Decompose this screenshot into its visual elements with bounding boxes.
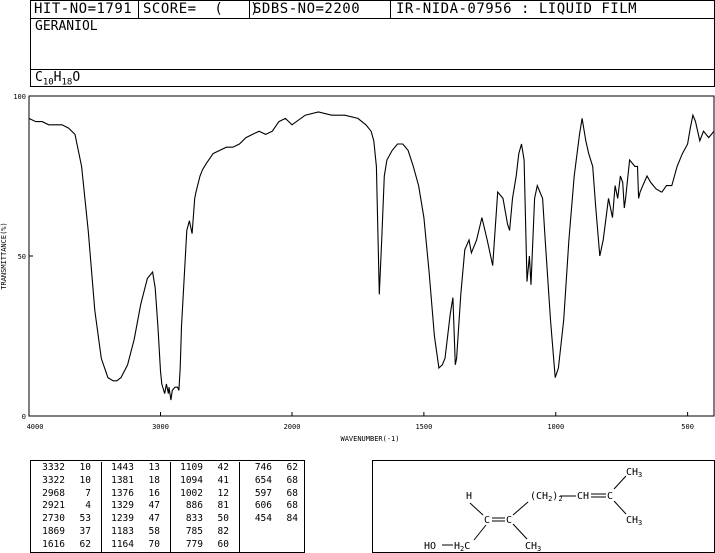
peak-wavenumber: 1869 <box>42 525 65 537</box>
peak-transmittance: 60 <box>205 538 240 552</box>
peak-wavenumber: 1002 <box>180 487 203 499</box>
peak-transmittance <box>274 539 300 552</box>
x-tick-label: 2000 <box>284 423 301 431</box>
peak-transmittance: 37 <box>67 525 102 539</box>
peak-row: 2921 4 1329 47 886 81 606 68 <box>33 500 300 514</box>
structure-ch: CH <box>577 491 589 502</box>
peak-transmittance: 70 <box>136 538 171 552</box>
peak-transmittance: 53 <box>67 513 102 526</box>
peak-wavenumber: 597 <box>254 487 272 499</box>
y-axis-label: TRANSMITTANCE(%) <box>0 222 8 289</box>
peak-transmittance: 62 <box>286 462 298 473</box>
peak-wavenumber: 1443 <box>111 462 134 473</box>
peak-transmittance <box>274 526 300 539</box>
peak-transmittance: 68 <box>286 487 298 499</box>
plot-frame <box>28 95 715 417</box>
structure-bonds <box>442 475 627 546</box>
structure-ch3-bot: CH3 <box>626 515 642 527</box>
peak-transmittance: 81 <box>205 500 240 514</box>
peak-wavenumber: 1183 <box>111 525 134 537</box>
y-tick-label: 50 <box>18 253 26 261</box>
peak-wavenumber: 886 <box>185 500 203 512</box>
peak-wavenumber: 779 <box>185 538 203 550</box>
structure-chain: (CH2)2 <box>530 491 563 503</box>
structure-ch3-low: CH3 <box>525 541 541 553</box>
ir-spectrum-chart: 4000 3000 2000 1500 1000 500 0 50 100 WAVENUMBER… <box>0 93 715 443</box>
peak-table: 3332 10 1443 13 1109 42 746 62 3322 10 1381 18 1094 4… <box>33 462 300 552</box>
peak-wavenumber: 1164 <box>111 538 134 550</box>
peak-transmittance: 41 <box>205 474 240 488</box>
peak-transmittance: 58 <box>136 525 171 539</box>
peak-transmittance: 47 <box>136 500 171 514</box>
y-tick-label: 100 <box>13 93 26 101</box>
peak-transmittance: 62 <box>67 538 102 552</box>
structure-c-end: C <box>607 491 613 502</box>
peak-transmittance: 12 <box>205 487 240 501</box>
peak-wavenumber: 606 <box>254 500 272 512</box>
peak-wavenumber: 1094 <box>180 474 203 486</box>
peak-transmittance: 50 <box>205 513 240 526</box>
peak-wavenumber <box>240 539 275 552</box>
peak-wavenumber: 454 <box>254 513 272 525</box>
structure-ho: HO <box>424 541 436 552</box>
spectrum-line <box>28 111 715 401</box>
peak-wavenumber: 3332 <box>42 462 65 473</box>
peak-transmittance: 4 <box>67 500 102 514</box>
x-axis-label: WAVENUMBER(-1) <box>340 435 399 443</box>
peak-wavenumber: 1381 <box>111 474 134 486</box>
peak-wavenumber: 746 <box>254 462 272 473</box>
peak-transmittance: 18 <box>136 474 171 488</box>
peak-wavenumber <box>240 526 275 539</box>
peak-row: 1869 37 1183 58 785 82 <box>33 525 300 539</box>
x-tick-label: 4000 <box>27 423 44 431</box>
peak-transmittance: 68 <box>286 500 298 512</box>
peak-wavenumber: 1376 <box>111 487 134 499</box>
y-tick-label: 0 <box>22 413 26 421</box>
x-tick-label: 1500 <box>415 423 432 431</box>
peak-transmittance: 82 <box>205 525 240 539</box>
peak-wavenumber: 833 <box>185 513 203 525</box>
peak-transmittance: 16 <box>136 487 171 501</box>
peak-row: 3322 10 1381 18 1094 41 654 68 <box>33 474 300 488</box>
x-tick-label: 1000 <box>547 423 564 431</box>
peak-transmittance: 7 <box>67 487 102 501</box>
peak-transmittance: 84 <box>286 513 298 525</box>
structure-h2c: H2C <box>454 541 470 553</box>
peak-row: 2730 53 1239 47 833 50 454 84 <box>33 513 300 526</box>
peak-row: 1616 62 1164 70 779 60 <box>33 538 300 552</box>
peak-row: 3332 10 1443 13 1109 42 746 62 <box>33 462 300 475</box>
peak-transmittance: 10 <box>67 462 102 475</box>
peak-wavenumber: 1616 <box>42 538 65 550</box>
peak-transmittance: 47 <box>136 513 171 526</box>
structure-c2: C <box>506 515 512 526</box>
structure-h: H <box>466 491 472 502</box>
structure-c1: C <box>484 515 490 526</box>
peak-wavenumber: 3322 <box>42 474 65 486</box>
peak-wavenumber: 1109 <box>180 462 203 473</box>
peak-transmittance: 42 <box>205 462 240 475</box>
x-tick-label: 3000 <box>152 423 169 431</box>
peak-transmittance: 13 <box>136 462 171 475</box>
peak-wavenumber: 2968 <box>42 487 65 499</box>
peak-wavenumber: 2921 <box>42 500 65 512</box>
peak-transmittance: 10 <box>67 474 102 488</box>
peak-wavenumber: 785 <box>185 525 203 537</box>
x-tick-label: 500 <box>681 423 694 431</box>
peak-wavenumber: 654 <box>254 474 272 486</box>
structure-diagram: H HO H2C C C CH3 (CH2)2 CH C CH3 CH3 <box>424 467 642 553</box>
peak-wavenumber: 1239 <box>111 513 134 525</box>
structure-ch3-top: CH3 <box>626 467 642 479</box>
peak-row: 2968 7 1376 16 1002 12 597 68 <box>33 487 300 501</box>
peak-wavenumber: 1329 <box>111 500 134 512</box>
peak-wavenumber: 2730 <box>42 513 65 525</box>
peak-transmittance: 68 <box>286 474 298 486</box>
